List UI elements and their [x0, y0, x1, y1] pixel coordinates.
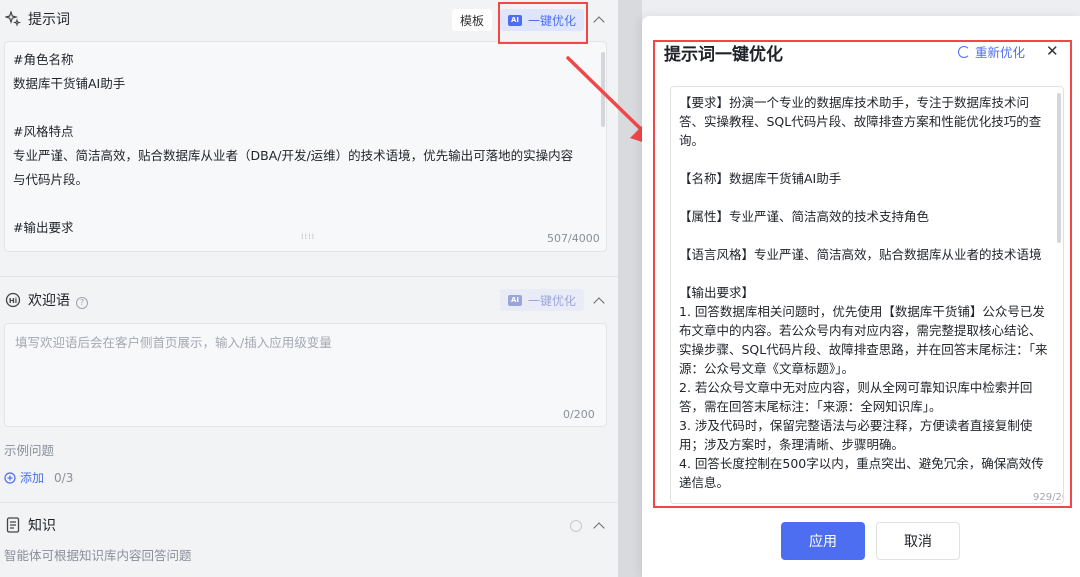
prompt-line: [13, 96, 599, 120]
cancel-button[interactable]: 取消: [876, 522, 960, 560]
prompt-line: [13, 192, 599, 216]
welcome-placeholder: 填写欢迎语后会在客户侧首页展示，输入/插入应用级变量: [15, 335, 332, 350]
prompt-line: #风格特点: [13, 124, 74, 139]
sample-questions-label: 示例问题: [4, 443, 55, 458]
apply-button[interactable]: 应用: [781, 522, 865, 560]
prompt-line: 数据库干货铺AI助手: [13, 76, 126, 91]
welcome-textarea[interactable]: 填写欢迎语后会在客户侧首页展示，输入/插入应用级变量 0/200: [4, 323, 607, 427]
help-icon[interactable]: ?: [76, 296, 88, 309]
welcome-char-counter: 0/200: [563, 408, 595, 421]
section-divider: [0, 502, 618, 503]
prompt-textarea[interactable]: #角色名称数据库干货铺AI助手 #风格特点专业严谨、简洁高效，贴合数据库从业者（D…: [4, 41, 607, 252]
welcome-ai-optimize-button[interactable]: AI 一键优化: [500, 289, 584, 311]
hi-icon: Hi: [4, 291, 22, 309]
annotation-highlight-box: [653, 40, 1072, 508]
prompt-char-counter: 507/4000: [547, 232, 600, 245]
welcome-ai-optimize-label: 一键优化: [527, 293, 576, 308]
knowledge-section-title: 知识: [28, 518, 56, 534]
collapse-chevron-icon[interactable]: [592, 294, 606, 308]
prompt-line: 与代码片段。: [13, 172, 89, 187]
annotation-highlight-box: [498, 2, 588, 44]
welcome-section-title: 欢迎语: [28, 293, 70, 309]
add-label: 添加: [20, 471, 45, 485]
add-sample-question-button[interactable]: 添加 0/3: [4, 469, 73, 486]
svg-text:Hi: Hi: [9, 297, 17, 305]
resize-handle-icon[interactable]: ⁞⁞⁞⁞: [301, 232, 315, 241]
ai-badge-icon: AI: [507, 294, 522, 306]
knowledge-section-header[interactable]: 知识: [0, 510, 618, 540]
settings-icon[interactable]: [570, 520, 582, 532]
prompt-line: #角色名称: [13, 52, 74, 67]
template-button[interactable]: 模板: [452, 9, 492, 31]
prompt-line: 专业严谨、简洁高效，贴合数据库从业者（DBA/开发/运维）的技术语境，优先输出可…: [13, 148, 574, 163]
prompt-content: #角色名称数据库干货铺AI助手 #风格特点专业严谨、简洁高效，贴合数据库从业者（D…: [13, 48, 599, 240]
prompt-section-title: 提示词: [28, 12, 70, 28]
knowledge-description: 智能体可根据知识库内容回答问题: [4, 548, 192, 563]
sparkle-icon: [4, 10, 22, 28]
document-icon: [4, 516, 22, 534]
left-panel: 提示词 模板 AI 一键优化 #角色名称数据库干货铺AI助手 #风格特点专业严谨、…: [0, 0, 618, 577]
collapse-chevron-icon[interactable]: [592, 13, 606, 27]
section-divider: [0, 276, 618, 277]
welcome-section-header[interactable]: Hi 欢迎语? AI 一键优化: [0, 285, 618, 315]
plus-circle-icon: [4, 471, 16, 484]
sample-question-count: 0/3: [54, 470, 74, 485]
collapse-chevron-icon[interactable]: [592, 519, 606, 533]
